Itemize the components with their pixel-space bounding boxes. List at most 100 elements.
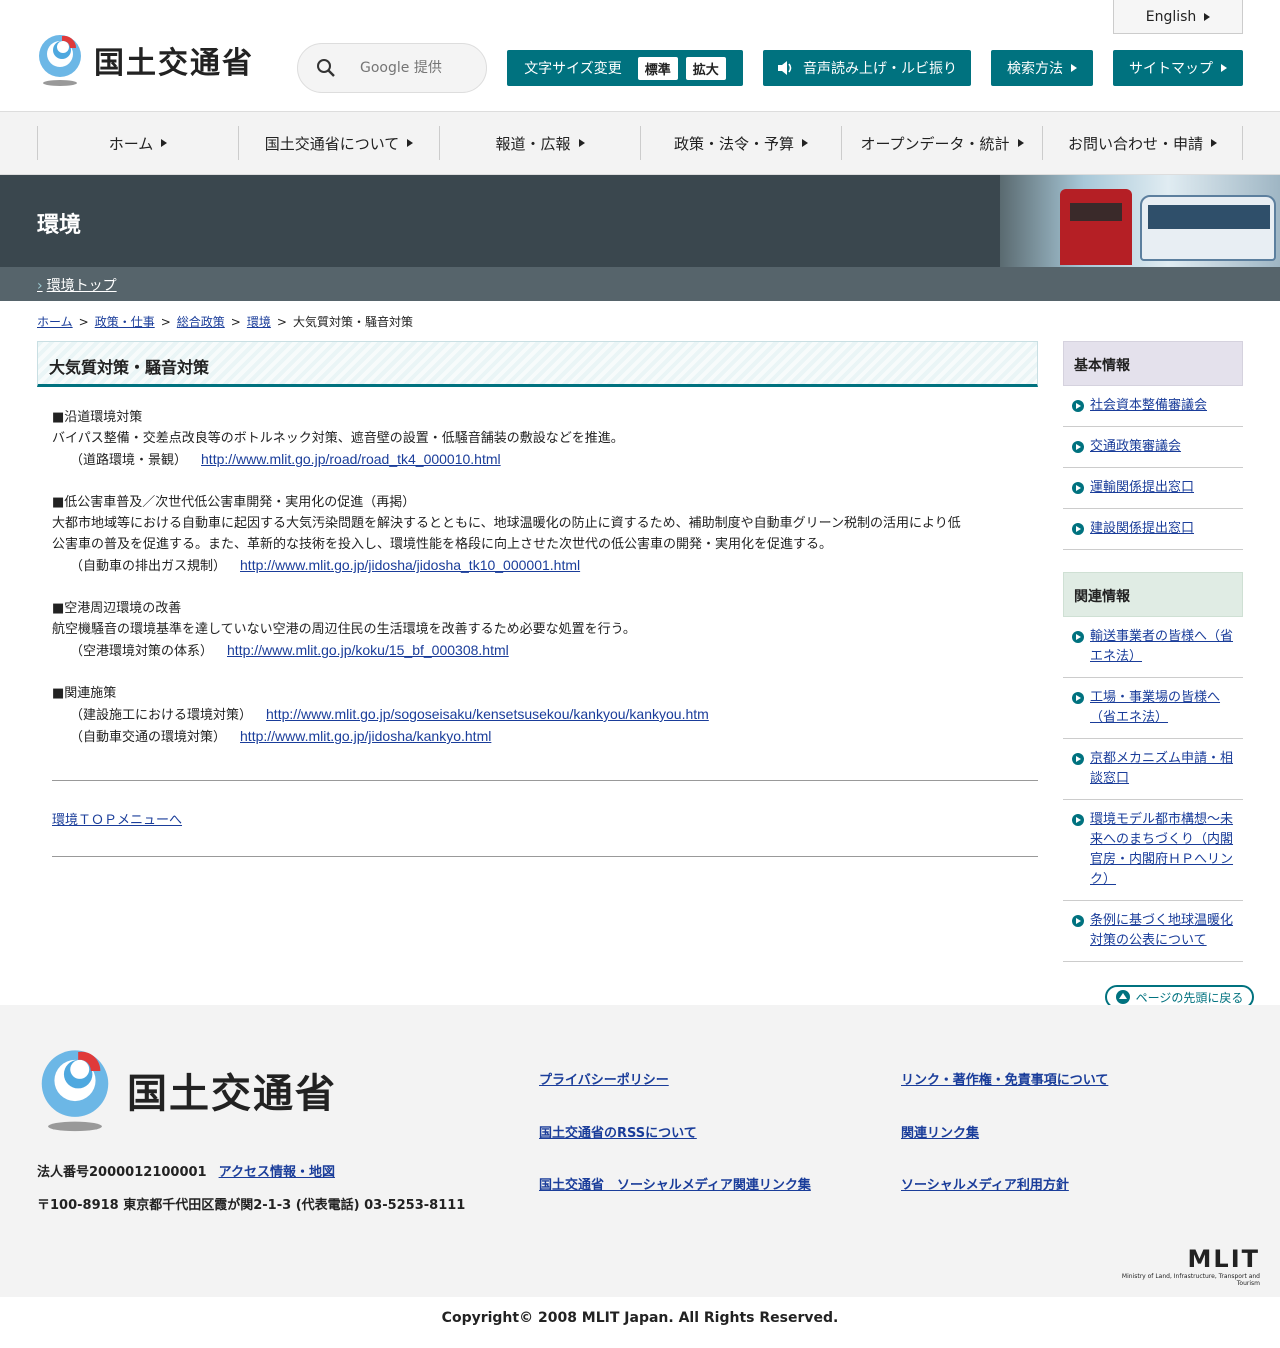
arrow-circle-icon — [1072, 441, 1084, 453]
reference-link[interactable]: http://www.mlit.go.jp/jidosha/kankyo.htm… — [240, 728, 491, 744]
arrow-right-icon — [1211, 139, 1217, 147]
sidebar-item: 社会資本整備審議会 — [1063, 386, 1243, 427]
search-icon[interactable] — [316, 58, 336, 78]
site-logo[interactable]: 国土交通省 — [36, 34, 254, 86]
sidebar-link[interactable]: 条例に基づく地球温暖化対策の公表について — [1090, 911, 1233, 951]
mlit-logo-icon — [36, 34, 84, 86]
gnav-item-contact[interactable]: お問い合わせ・申請 — [1042, 126, 1243, 160]
footer-logo-text: 国土交通省 — [127, 1071, 337, 1117]
breadcrumb-link-general-policy[interactable]: 総合政策 — [177, 315, 225, 329]
reference-label: （自動車の排出ガス規制） — [70, 559, 227, 574]
english-label: English — [1145, 8, 1197, 25]
footer-link-social-links[interactable]: 国土交通省 ソーシャルメディア関連リンク集 — [539, 1174, 811, 1193]
page-title: 大気質対策・騒音対策 — [37, 341, 1038, 387]
content-body: ■沿道環境対策 バイパス整備・交差点改良等のボトルネック対策、遮音壁の設置・低騒… — [37, 387, 1038, 748]
block-text: 航空機騒音の環境基準を達していない空港の周辺住民の生活環境を改善するため必要な処… — [52, 622, 636, 637]
content-block-related: ■関連施策 （建設施工における環境対策） http://www.mlit.go.j… — [52, 683, 1023, 748]
arrow-circle-icon — [1072, 915, 1084, 927]
sidebar-item: 条例に基づく地球温暖化対策の公表について — [1063, 901, 1243, 962]
reference-label: （建設施工における環境対策） — [70, 708, 253, 723]
arrow-up-icon — [1115, 990, 1130, 1004]
sidebar-item: 工場・事業場の皆様へ（省エネ法） — [1063, 678, 1243, 739]
reference-label: （道路環境・景観） — [70, 453, 188, 468]
arrow-right-icon — [802, 139, 808, 147]
font-size-standard-button[interactable]: 標準 — [637, 56, 678, 80]
arrow-circle-icon — [1072, 814, 1084, 826]
arrow-circle-icon — [1072, 523, 1084, 535]
font-size-control: 文字サイズ変更 標準 拡大 — [507, 50, 743, 86]
divider — [52, 780, 1038, 781]
search-method-button[interactable]: 検索方法 — [991, 50, 1093, 86]
sidebar-item: 環境モデル都市構想～未来へのまちづくり（内閣官房・内閣府ＨＰへリンク） — [1063, 800, 1243, 901]
footer-link-social-policy[interactable]: ソーシャルメディア利用方針 — [901, 1174, 1069, 1193]
sidebar-link[interactable]: 社会資本整備審議会 — [1090, 396, 1233, 416]
footer-link-related[interactable]: 関連リンク集 — [901, 1122, 979, 1141]
sidebar-link[interactable]: 工場・事業場の皆様へ（省エネ法） — [1090, 688, 1233, 728]
page-top-label: ページの先頭に戻る — [1135, 990, 1244, 1005]
gnav-item-policy[interactable]: 政策・法令・予算 — [640, 126, 841, 160]
chevron-right-icon: › — [37, 278, 43, 294]
breadcrumb-current: 大気質対策・騒音対策 — [292, 315, 413, 329]
reference-link[interactable]: http://www.mlit.go.jp/sogoseisaku/kenset… — [266, 706, 709, 722]
back-link-container: 環境ＴＯＰメニューへ — [52, 809, 1038, 828]
voice-reading-button[interactable]: 音声読み上げ・ルビ振り — [763, 50, 971, 86]
block-heading: ■低公害車普及／次世代低公害車開発・実用化の促進（再掲） — [52, 495, 416, 510]
search-input[interactable] — [360, 60, 470, 76]
breadcrumb-separator: > — [160, 315, 171, 329]
section-banner: 環境 — [0, 175, 1280, 267]
breadcrumb-link-policy[interactable]: 政策・仕事 — [95, 315, 155, 329]
reference-link[interactable]: http://www.mlit.go.jp/koku/15_bf_000308.… — [227, 642, 509, 658]
copyright: Copyright© 2008 MLIT Japan. All Rights R… — [441, 1310, 839, 1326]
banner-image — [1000, 175, 1280, 267]
site-footer: 国土交通省 法人番号2000012100001 アクセス情報・地図 〒100-89… — [0, 1005, 1280, 1297]
access-map-link[interactable]: アクセス情報・地図 — [219, 1165, 335, 1180]
arrow-circle-icon — [1072, 631, 1084, 643]
divider — [52, 856, 1038, 857]
mlit-wordmark-subtitle: Ministry of Land, Infrastructure, Transp… — [1121, 1273, 1260, 1287]
global-nav: ホーム 国土交通省について 報道・広報 政策・法令・予算 オープンデータ・統計 … — [0, 111, 1280, 175]
sidebar-link[interactable]: 建設関係提出窓口 — [1090, 519, 1233, 539]
sidebar-related-info: 関連情報 輸送事業者の皆様へ（省エネ法） 工場・事業場の皆様へ（省エネ法） 京都… — [1063, 572, 1243, 962]
mlit-wordmark: MLIT Ministry of Land, Infrastructure, T… — [1100, 1245, 1260, 1287]
reference-link[interactable]: http://www.mlit.go.jp/jidosha/jidosha_tk… — [240, 557, 580, 573]
mlit-wordmark-text: MLIT — [1187, 1245, 1260, 1273]
gnav-item-about[interactable]: 国土交通省について — [238, 126, 439, 160]
footer-link-rss[interactable]: 国土交通省のRSSについて — [539, 1122, 697, 1141]
arrow-circle-icon — [1072, 482, 1084, 494]
breadcrumb-link-home[interactable]: ホーム — [37, 315, 73, 329]
gnav-item-home[interactable]: ホーム — [37, 126, 238, 160]
breadcrumb-separator: > — [276, 315, 287, 329]
search-method-label: 検索方法 — [1007, 61, 1063, 77]
gnav-item-opendata[interactable]: オープンデータ・統計 — [841, 126, 1042, 160]
arrow-right-icon — [1017, 139, 1024, 147]
section-title: 環境 — [37, 213, 82, 238]
gnav-label: 国土交通省について — [264, 134, 400, 153]
subnav-link-env-top[interactable]: › 環境トップ — [37, 275, 117, 295]
block-heading: ■関連施策 — [52, 686, 117, 701]
sidebar-link[interactable]: 環境モデル都市構想～未来へのまちづくり（内閣官房・内閣府ＨＰへリンク） — [1090, 810, 1233, 890]
breadcrumb-separator: > — [230, 315, 241, 329]
block-text: バイパス整備・交差点改良等のボトルネック対策、遮音壁の設置・低騒音舗装の敷設など… — [52, 431, 624, 446]
reference-link[interactable]: http://www.mlit.go.jp/road/road_tk4_0000… — [201, 451, 501, 467]
sidebar-heading: 基本情報 — [1063, 341, 1243, 386]
sitemap-button[interactable]: サイトマップ — [1113, 50, 1243, 86]
footer-link-privacy[interactable]: プライバシーポリシー — [539, 1069, 669, 1088]
sidebar-link[interactable]: 運輸関係提出窓口 — [1090, 478, 1233, 498]
font-size-large-button[interactable]: 拡大 — [685, 56, 726, 80]
mlit-logo-icon — [37, 1047, 113, 1133]
footer-link-copyright[interactable]: リンク・著作権・免責事項について — [901, 1069, 1108, 1088]
env-top-menu-link[interactable]: 環境ＴＯＰメニューへ — [52, 813, 182, 828]
sidebar-link[interactable]: 交通政策審議会 — [1090, 437, 1233, 457]
arrow-circle-icon — [1072, 400, 1084, 412]
sidebar-link[interactable]: 輸送事業者の皆様へ（省エネ法） — [1090, 627, 1233, 667]
sidebar-link[interactable]: 京都メカニズム申請・相談窓口 — [1090, 749, 1233, 789]
corporate-number: 法人番号2000012100001 — [37, 1165, 207, 1180]
gnav-item-press[interactable]: 報道・広報 — [439, 126, 640, 160]
english-button[interactable]: English — [1113, 0, 1243, 34]
search-box — [297, 43, 487, 93]
site-logo-text: 国土交通省 — [94, 46, 254, 81]
footer-logo[interactable]: 国土交通省 — [37, 1047, 337, 1133]
breadcrumb-link-environment[interactable]: 環境 — [247, 315, 271, 329]
block-reference: （道路環境・景観） http://www.mlit.go.jp/road/road… — [52, 449, 1023, 471]
arrow-right-icon — [407, 139, 414, 147]
